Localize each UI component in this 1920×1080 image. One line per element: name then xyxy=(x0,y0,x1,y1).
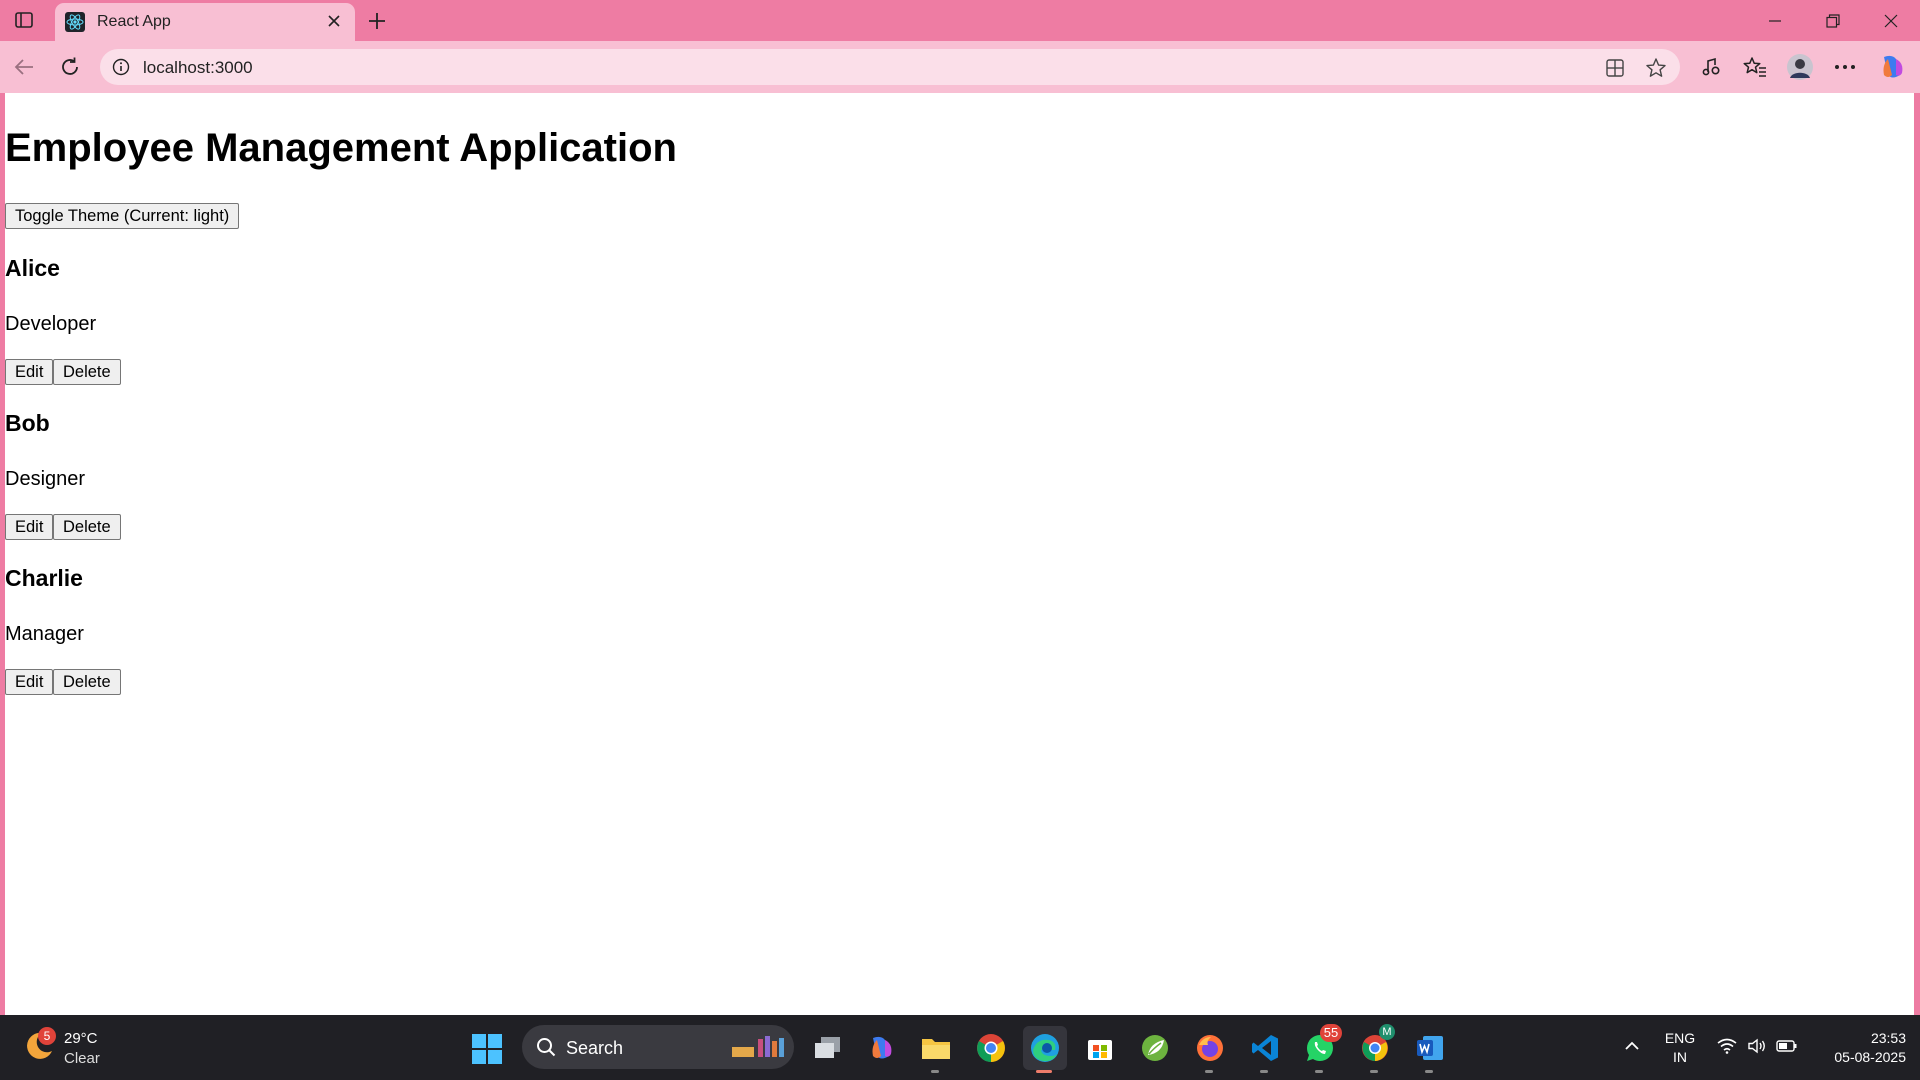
browser-titlebar: React App xyxy=(0,0,1920,41)
more-menu-icon[interactable] xyxy=(1831,53,1859,81)
running-indicator xyxy=(1425,1070,1433,1073)
input-language[interactable]: ENG IN xyxy=(1660,1029,1700,1067)
close-window-icon[interactable] xyxy=(1876,8,1906,34)
battery-icon[interactable] xyxy=(1774,1033,1800,1059)
taskbar-search[interactable]: Search xyxy=(522,1025,794,1069)
clock-date: 05-08-2025 xyxy=(1834,1049,1906,1065)
search-highlight-icon xyxy=(728,1033,788,1061)
close-tab-icon[interactable] xyxy=(323,10,345,32)
employee-name: Bob xyxy=(5,410,50,436)
running-indicator xyxy=(1036,1070,1052,1073)
volume-icon[interactable] xyxy=(1744,1033,1770,1059)
profile-avatar[interactable] xyxy=(1786,53,1814,81)
lang-region: IN xyxy=(1673,1049,1687,1065)
firefox-icon[interactable] xyxy=(1188,1026,1232,1073)
running-indicator xyxy=(1370,1070,1378,1073)
employee-role: Manager xyxy=(5,623,84,645)
running-indicator xyxy=(931,1070,939,1073)
chrome-profile-badge: M xyxy=(1379,1024,1395,1040)
back-arrow-icon[interactable] xyxy=(11,54,37,80)
edit-button[interactable]: Edit xyxy=(5,669,54,695)
page-title: Employee Management Application xyxy=(5,126,677,170)
toggle-theme-button[interactable]: Toggle Theme (Current: light) xyxy=(5,203,240,229)
running-indicator xyxy=(1205,1070,1213,1073)
tab-title: React App xyxy=(97,13,171,30)
file-explorer-icon[interactable] xyxy=(914,1026,958,1073)
url-text: localhost:3000 xyxy=(143,58,253,77)
copilot-app-icon[interactable] xyxy=(859,1026,903,1070)
employee-name: Charlie xyxy=(5,565,83,591)
delete-button[interactable]: Delete xyxy=(53,669,121,695)
site-info-icon[interactable] xyxy=(112,58,130,76)
new-tab-icon[interactable] xyxy=(364,8,390,34)
weather-alert-badge: 5 xyxy=(38,1027,56,1045)
favorites-icon[interactable] xyxy=(1741,53,1769,81)
media-control-icon[interactable] xyxy=(1697,53,1725,81)
word-icon[interactable] xyxy=(1408,1026,1452,1073)
weather-temperature: 29°C xyxy=(64,1030,98,1047)
tab-actions-icon[interactable] xyxy=(12,9,36,31)
windows-taskbar: 5 29°C Clear Search 55 M ENG IN 23:53 05… xyxy=(0,1015,1920,1080)
search-icon xyxy=(536,1037,556,1057)
search-label: Search xyxy=(566,1038,624,1058)
wifi-icon[interactable] xyxy=(1714,1033,1740,1059)
show-hidden-icons-chevron-up-icon[interactable] xyxy=(1619,1033,1645,1059)
favorite-star-icon[interactable] xyxy=(1645,57,1667,79)
edge-icon[interactable] xyxy=(1023,1026,1067,1073)
chrome-profile-icon[interactable]: M xyxy=(1353,1024,1397,1073)
running-indicator xyxy=(1260,1070,1268,1073)
weather-condition: Clear xyxy=(64,1050,100,1067)
reload-icon[interactable] xyxy=(57,54,83,80)
employee-role: Designer xyxy=(5,468,86,490)
spring-tools-icon[interactable] xyxy=(1133,1026,1177,1070)
react-logo-icon xyxy=(65,12,85,32)
microsoft-store-icon[interactable] xyxy=(1078,1026,1122,1070)
edit-button[interactable]: Edit xyxy=(5,514,54,540)
copilot-icon[interactable] xyxy=(1878,53,1906,81)
employee-name: Alice xyxy=(5,255,60,281)
whatsapp-icon[interactable]: 55 xyxy=(1298,1024,1342,1073)
whatsapp-unread-badge: 55 xyxy=(1320,1024,1342,1042)
browser-tab[interactable]: React App xyxy=(55,3,355,41)
system-clock[interactable]: 23:53 05-08-2025 xyxy=(1810,1029,1906,1067)
restore-icon[interactable] xyxy=(1818,8,1848,34)
vscode-icon[interactable] xyxy=(1243,1026,1287,1073)
clock-time: 23:53 xyxy=(1870,1030,1906,1046)
address-bar[interactable]: localhost:3000 xyxy=(100,49,1680,85)
minimize-icon[interactable] xyxy=(1760,8,1790,34)
task-view-icon[interactable] xyxy=(805,1026,849,1070)
app-available-icon[interactable] xyxy=(1604,57,1626,79)
browser-toolbar: localhost:3000 xyxy=(0,41,1920,93)
windows-start-icon[interactable] xyxy=(472,1034,502,1064)
lang-code: ENG xyxy=(1664,1030,1696,1046)
delete-button[interactable]: Delete xyxy=(53,359,121,385)
page-viewport: Employee Management Application Toggle T… xyxy=(5,93,1914,1015)
running-indicator xyxy=(1315,1070,1323,1073)
edit-button[interactable]: Edit xyxy=(5,359,54,385)
delete-button[interactable]: Delete xyxy=(53,514,121,540)
chrome-icon[interactable] xyxy=(969,1026,1013,1070)
employee-role: Developer xyxy=(5,313,97,335)
